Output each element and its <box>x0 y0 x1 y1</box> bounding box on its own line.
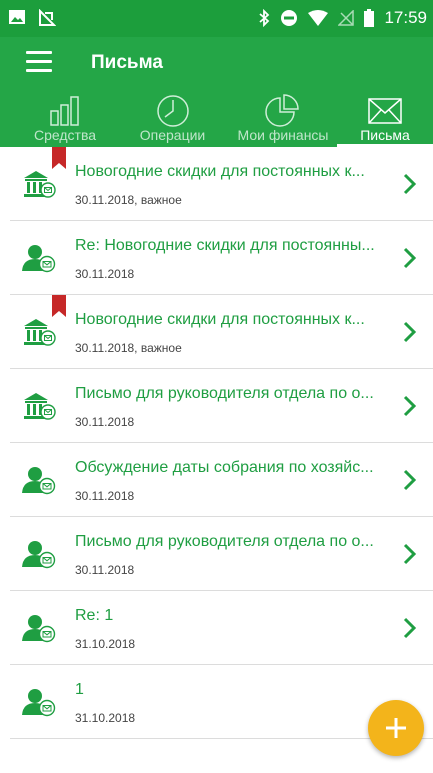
person-mail-icon <box>22 615 56 643</box>
letter-subject: Письмо для руководителя отдела по о... <box>75 385 374 402</box>
tab-letters-label: Письма <box>360 127 410 143</box>
letter-row[interactable]: Письмо для руководителя отдела по о... 3… <box>10 517 433 591</box>
status-time: 17:59 <box>384 8 427 27</box>
status-bar: 17:59 <box>0 0 433 37</box>
bluetooth-icon <box>259 9 270 27</box>
chevron-right-icon[interactable] <box>403 617 417 639</box>
wifi-icon <box>308 10 329 26</box>
tab-bar: Средства Операции Мои финансы Письма <box>0 89 433 147</box>
person-mail-icon <box>22 689 56 717</box>
hamburger-menu-icon[interactable] <box>26 51 52 73</box>
tab-funds-label: Средства <box>33 127 97 143</box>
signal-off-icon <box>39 9 56 26</box>
no-sim-icon <box>338 10 355 26</box>
letter-meta: 30.11.2018 <box>75 267 135 281</box>
bank-mail-icon <box>24 319 56 346</box>
person-mail-icon <box>22 467 56 495</box>
letters-list: Новогодние скидки для постоянных к... 30… <box>10 147 433 739</box>
bar-chart-icon <box>50 96 79 126</box>
letter-row[interactable]: Новогодние скидки для постоянных к... 30… <box>10 147 433 221</box>
gallery-icon <box>9 10 25 24</box>
important-bookmark-icon <box>52 147 66 169</box>
tab-my-finances-label: Мои финансы <box>237 127 329 143</box>
letter-subject: Re: 1 <box>75 607 114 624</box>
bank-mail-icon <box>24 393 56 420</box>
letter-meta: 30.11.2018 <box>75 415 135 429</box>
person-mail-icon <box>22 245 56 273</box>
letter-subject: Письмо для руководителя отдела по о... <box>75 533 374 550</box>
letter-row[interactable]: Новогодние скидки для постоянных к... 30… <box>10 295 433 369</box>
chevron-right-icon[interactable] <box>403 321 417 343</box>
letter-subject: Re: Новогодние скидки для постоянны... <box>75 237 375 254</box>
tab-letters[interactable]: Письма <box>337 89 433 147</box>
chevron-right-icon[interactable] <box>403 469 417 491</box>
chevron-right-icon[interactable] <box>403 395 417 417</box>
chevron-right-icon[interactable] <box>403 543 417 565</box>
letter-row[interactable]: Письмо для руководителя отдела по о... 3… <box>10 369 433 443</box>
letter-subject: 1 <box>75 681 84 698</box>
pie-chart-icon <box>265 94 299 127</box>
tab-my-finances[interactable]: Мои финансы <box>228 89 338 147</box>
page-title: Письма <box>91 52 163 73</box>
battery-icon <box>364 9 375 27</box>
letter-meta: 30.11.2018, важное <box>75 193 182 207</box>
do-not-disturb-icon <box>281 10 298 26</box>
clock-icon <box>156 95 189 127</box>
important-bookmark-icon <box>52 295 66 317</box>
letter-subject: Новогодние скидки для постоянных к... <box>75 163 365 180</box>
person-mail-icon <box>22 541 56 569</box>
letter-subject: Обсуждение даты собрания по хозяйс... <box>75 459 374 476</box>
letter-row[interactable]: Re: 1 31.10.2018 <box>10 591 433 665</box>
letter-meta: 30.11.2018 <box>75 489 135 503</box>
chevron-right-icon[interactable] <box>403 247 417 269</box>
letter-meta: 30.11.2018, важное <box>75 341 182 355</box>
app-toolbar: Письма <box>0 37 433 89</box>
tab-operations[interactable]: Операции <box>125 89 220 147</box>
letter-meta: 31.10.2018 <box>75 711 136 725</box>
letter-row[interactable]: Re: Новогодние скидки для постоянны... 3… <box>10 221 433 295</box>
letter-meta: 31.10.2018 <box>75 637 136 651</box>
tab-funds[interactable]: Средства <box>20 89 110 147</box>
plus-icon <box>386 718 406 738</box>
envelope-icon <box>368 98 402 124</box>
chevron-right-icon[interactable] <box>403 173 417 195</box>
letter-row[interactable]: Обсуждение даты собрания по хозяйс... 30… <box>10 443 433 517</box>
bank-mail-icon <box>24 171 56 198</box>
letter-subject: Новогодние скидки для постоянных к... <box>75 311 365 328</box>
tab-operations-label: Операции <box>139 127 206 143</box>
compose-letter-button[interactable] <box>368 700 424 756</box>
letter-meta: 30.11.2018 <box>75 563 135 577</box>
